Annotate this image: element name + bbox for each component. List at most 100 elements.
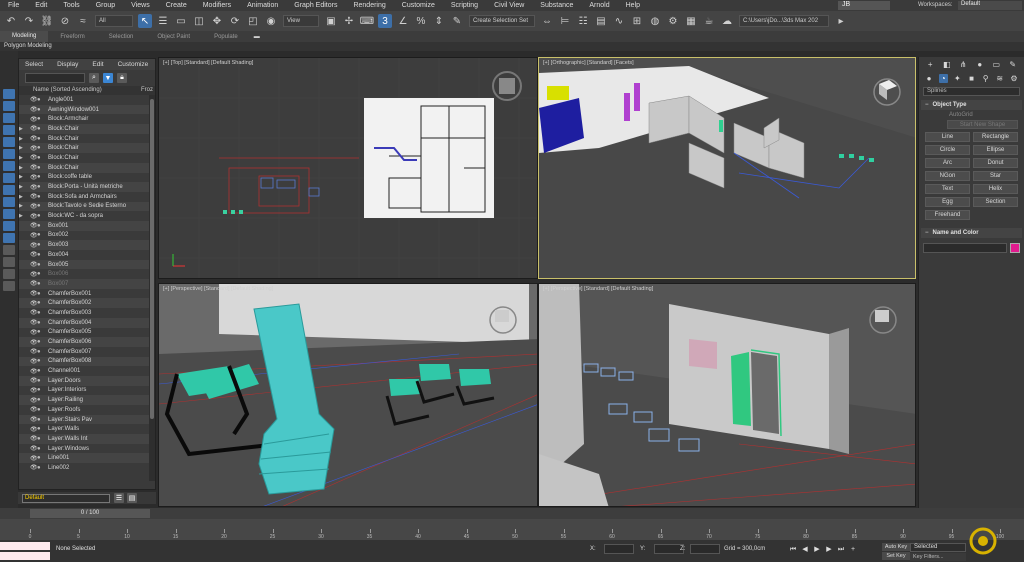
list-item[interactable]: 👁︎ ● Block:Armchair [19, 114, 155, 124]
expand-arrow-icon[interactable]: ▶ [19, 174, 24, 180]
redo-icon[interactable]: ↷ [22, 14, 36, 28]
display-groups-icon[interactable] [3, 173, 15, 183]
menu-civil-view[interactable]: Civil View [486, 2, 532, 9]
auto-key-button[interactable]: Auto Key [882, 543, 910, 551]
shape-category-dropdown[interactable]: Splines [923, 87, 1020, 96]
menu-rendering[interactable]: Rendering [345, 2, 393, 9]
viewport-perspective-chairs[interactable]: [+] [Perspective] [Standard] [Default Sh… [158, 283, 538, 507]
percent-snap-icon[interactable]: % [414, 14, 428, 28]
list-item[interactable]: 👁︎ ● Angle001 [19, 95, 155, 105]
edit-named-selection-icon[interactable]: ✎ [450, 14, 464, 28]
ribbon-toggle-icon[interactable]: ▬ [252, 33, 262, 41]
visibility-eye-icon[interactable]: 👁︎ [30, 106, 38, 113]
x-coord-input[interactable] [604, 544, 634, 554]
menu-edit[interactable]: Edit [27, 2, 55, 9]
visibility-eye-icon[interactable]: 👁︎ [30, 290, 38, 297]
line-button[interactable]: Line [925, 132, 970, 142]
display-all-icon[interactable] [3, 245, 15, 255]
keyboard-shortcut-icon[interactable]: ⌨ [360, 14, 374, 28]
viewport-persp2-label[interactable]: [+] [Perspective] [Standard] [Default Sh… [543, 286, 653, 292]
list-item[interactable]: ▶ 👁︎ ● Block:Porta - Unità metriche [19, 182, 155, 192]
menu-file[interactable]: File [0, 2, 27, 9]
list-item[interactable]: 👁︎ ● Box004 [19, 250, 155, 260]
list-item[interactable]: 👁︎ ● Line002 [19, 463, 155, 473]
list-item[interactable]: 👁︎ ● AwningWindow001 [19, 104, 155, 115]
list-item[interactable]: 👁︎ ● Layer:Walls Int [19, 434, 155, 444]
list-item[interactable]: 👁︎ ● ChamferBox002 [19, 298, 155, 309]
object-color-swatch[interactable] [1010, 242, 1020, 253]
time-slider[interactable]: 0 / 100 [0, 508, 1024, 519]
list-item[interactable]: 👁︎ ● Layer:Interiors [19, 386, 155, 396]
menu-animation[interactable]: Animation [239, 2, 286, 9]
reference-coordinate-dropdown[interactable]: View [283, 15, 319, 27]
render-icon[interactable]: ☕ [702, 14, 716, 28]
list-item[interactable]: 👁︎ ● Layer:Windows [19, 444, 155, 454]
donut-button[interactable]: Donut [973, 158, 1018, 168]
lock-icon[interactable] [3, 281, 15, 291]
visibility-eye-icon[interactable]: 👁︎ [30, 116, 38, 123]
visibility-eye-icon[interactable]: 👁︎ [30, 435, 38, 442]
placement-icon[interactable]: ◉ [264, 14, 278, 28]
utilities-tab-icon[interactable]: ✎ [1008, 60, 1017, 69]
render-cloud-icon[interactable]: ☁ [720, 14, 734, 28]
visibility-eye-icon[interactable]: 👁︎ [30, 368, 38, 375]
visibility-eye-icon[interactable]: 👁︎ [30, 406, 38, 413]
display-hidden-icon[interactable] [3, 233, 15, 243]
project-path-field[interactable]: C:\Users\jDo...\3ds Max 202 [739, 15, 829, 27]
viewport-ortho-label[interactable]: [+] [Orthographic] [Standard] [Facets] [543, 60, 634, 66]
visibility-eye-icon[interactable]: 👁︎ [30, 271, 38, 278]
list-item[interactable]: ▶ 👁︎ ● Block:Chair [19, 143, 155, 154]
menu-customize[interactable]: Customize [394, 2, 443, 9]
list-item[interactable]: ▶ 👁︎ ● Block:Sofa and Armchairs [19, 192, 155, 202]
viewport-orthographic[interactable]: [+] [Orthographic] [Standard] [Facets] [538, 57, 916, 279]
list-item[interactable]: 👁︎ ● Channel001 [19, 366, 155, 376]
mirror-icon[interactable]: ⇔ [540, 14, 554, 28]
list-item[interactable]: 👁︎ ● Box005 [19, 259, 155, 270]
list-item[interactable]: ▶ 👁︎ ● Block:Chair [19, 134, 155, 144]
visibility-eye-icon[interactable]: 👁︎ [30, 455, 38, 462]
list-item[interactable]: 👁︎ ● ChamferBox004 [19, 317, 155, 328]
star-button[interactable]: Star [973, 171, 1018, 181]
scene-explorer-icon[interactable]: ▤ [127, 493, 137, 503]
list-item[interactable]: ▶ 👁︎ ● Block:Chair [19, 162, 155, 173]
layer-explorer-icon[interactable]: ☷ [576, 14, 590, 28]
visibility-eye-icon[interactable]: 👁︎ [30, 145, 38, 152]
visibility-eye-icon[interactable]: 👁︎ [30, 203, 38, 210]
visibility-eye-icon[interactable]: 👁︎ [30, 280, 38, 287]
menu-arnold[interactable]: Arnold [581, 2, 617, 9]
visibility-eye-icon[interactable]: 👁︎ [30, 329, 38, 336]
visibility-eye-icon[interactable]: 👁︎ [30, 319, 38, 326]
expand-arrow-icon[interactable]: ▶ [19, 213, 24, 219]
filter-icon[interactable]: ▼ [103, 73, 113, 83]
visibility-eye-icon[interactable]: 👁︎ [30, 135, 38, 142]
rotate-icon[interactable]: ⟳ [228, 14, 242, 28]
selection-filter-dropdown[interactable]: All [95, 15, 133, 27]
play-icon[interactable]: ▶ [812, 545, 822, 555]
visibility-eye-icon[interactable]: 👁︎ [30, 174, 38, 181]
list-item[interactable]: 👁︎ ● Box007 [19, 279, 155, 289]
maxscript-listener-output[interactable] [0, 552, 50, 560]
display-geometry-icon[interactable] [3, 101, 15, 111]
bind-space-warp-icon[interactable]: ≈ [76, 14, 90, 28]
next-frame-icon[interactable]: ▶ [824, 545, 834, 555]
rendered-frame-icon[interactable]: ▦ [684, 14, 698, 28]
visibility-eye-icon[interactable]: 👁︎ [30, 358, 38, 365]
list-item[interactable]: ▶ 👁︎ ● Block:Tavolo e Sedie Esterno [19, 201, 155, 212]
expand-arrow-icon[interactable]: ▶ [19, 194, 24, 200]
time-slider-thumb[interactable]: 0 / 100 [30, 509, 150, 518]
select-by-name-icon[interactable]: ☰ [156, 14, 170, 28]
list-item[interactable]: 👁︎ ● Line001 [19, 453, 155, 464]
display-none-icon[interactable] [3, 89, 15, 99]
display-cameras-icon[interactable] [3, 137, 15, 147]
z-coord-input[interactable] [690, 544, 720, 554]
sync-selection-icon[interactable] [3, 269, 15, 279]
menu-views[interactable]: Views [123, 2, 158, 9]
list-item[interactable]: 👁︎ ● Box002 [19, 231, 155, 241]
visibility-eye-icon[interactable]: 👁︎ [30, 96, 38, 103]
visibility-eye-icon[interactable]: 👁︎ [30, 339, 38, 346]
expand-arrow-icon[interactable]: ▶ [19, 203, 24, 209]
visibility-eye-icon[interactable]: 👁︎ [30, 164, 38, 171]
list-item[interactable]: 👁︎ ● Layer:Doors [19, 375, 155, 386]
folder-icon[interactable]: ▸ [834, 14, 848, 28]
systems-icon[interactable]: ⚙ [1009, 74, 1018, 83]
